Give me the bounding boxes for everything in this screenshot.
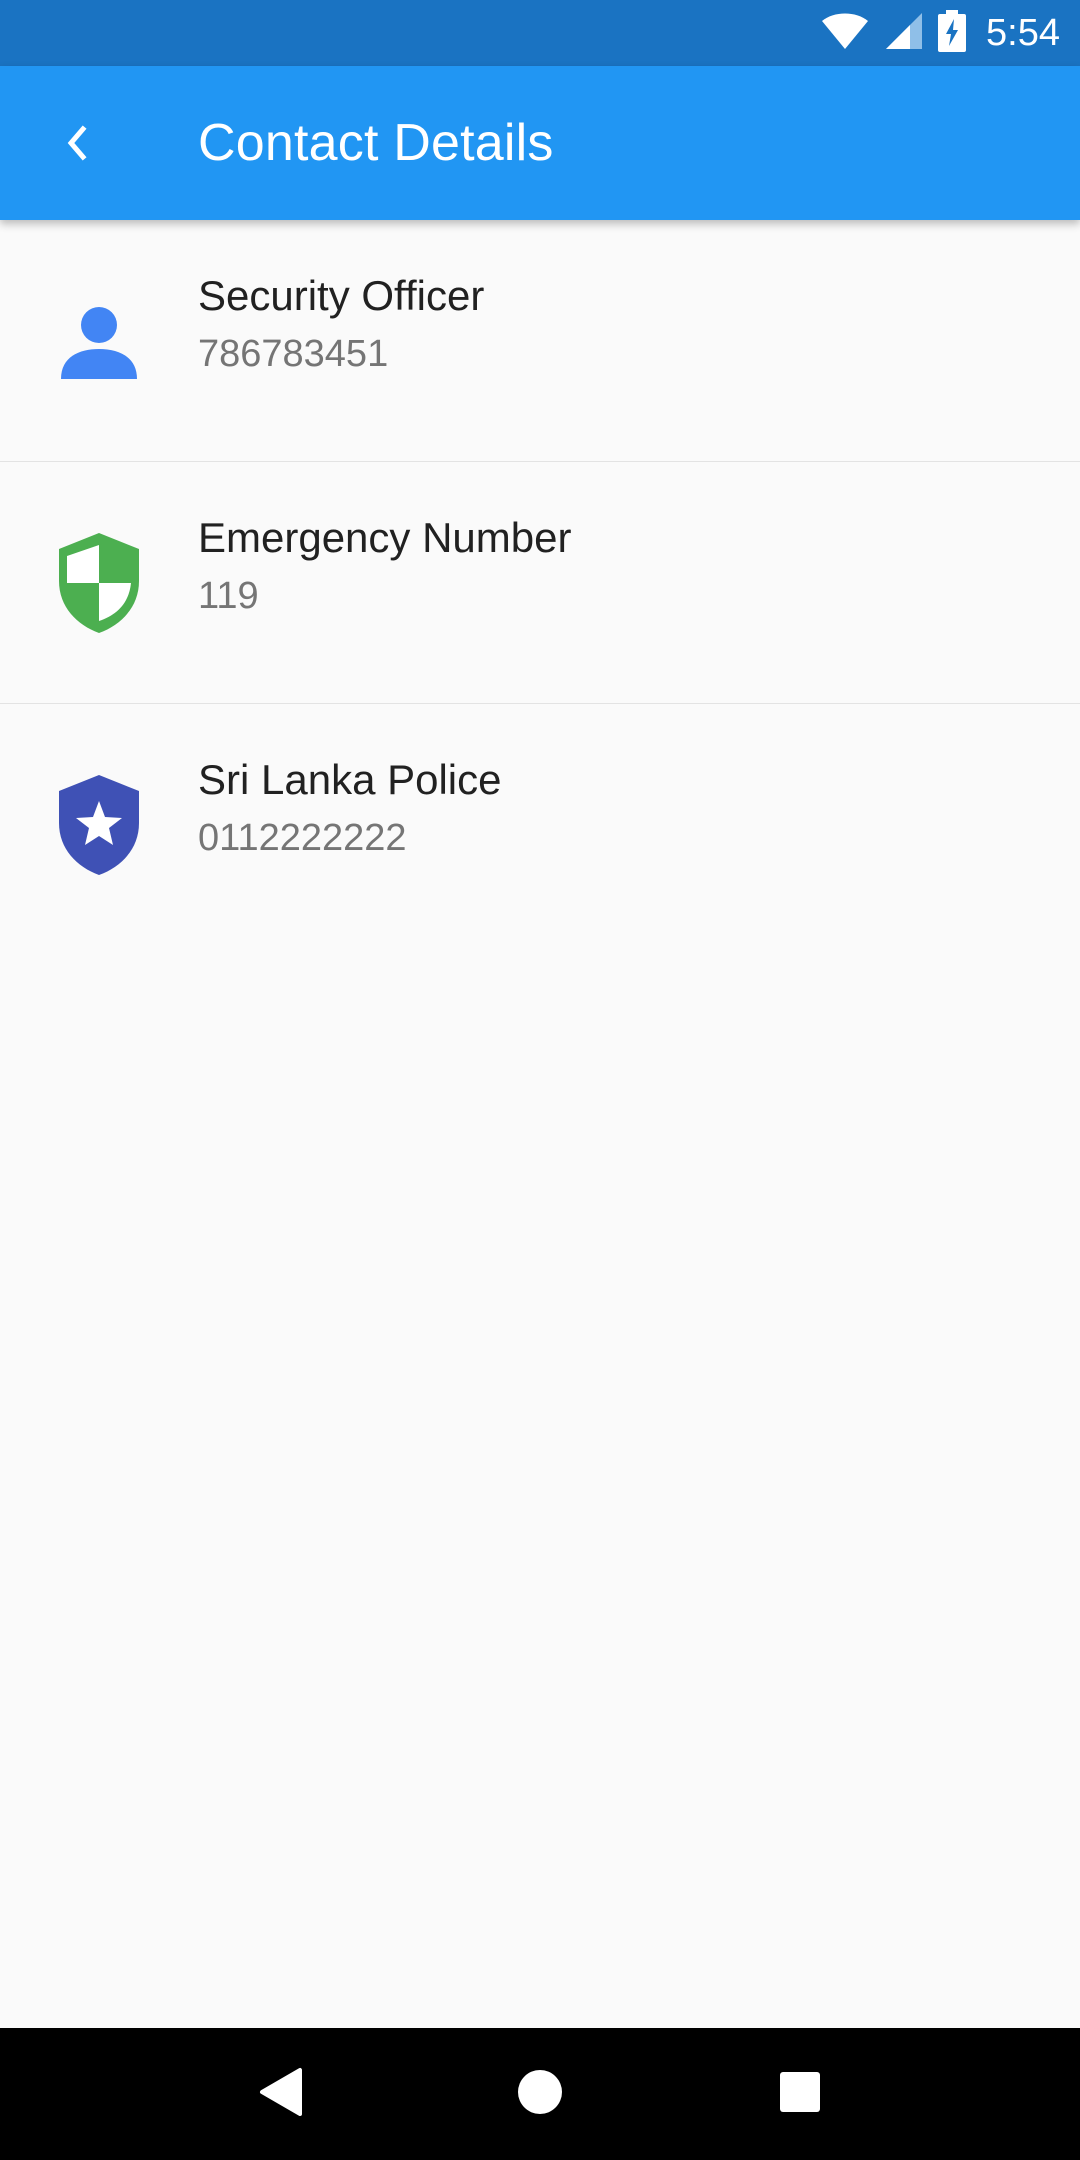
nav-back-icon (258, 2067, 302, 2122)
page-title: Contact Details (198, 114, 554, 172)
contact-item-security-officer[interactable]: Security Officer 786783451 (0, 220, 1080, 462)
back-button[interactable] (0, 66, 154, 220)
battery-charging-icon (938, 9, 967, 57)
contact-name: Emergency Number (198, 514, 572, 561)
contact-number: 119 (198, 575, 259, 617)
contact-text: Emergency Number 119 (198, 510, 571, 624)
contact-name: Security Officer (198, 272, 485, 319)
nav-back-button[interactable] (235, 2049, 325, 2139)
contact-name: Sri Lanka Police (198, 756, 502, 803)
chevron-left-icon (62, 123, 92, 163)
nav-home-icon (516, 2068, 564, 2121)
contact-item-emergency-number[interactable]: Emergency Number 119 (0, 462, 1080, 704)
contact-list: Security Officer 786783451 Emergency Num… (0, 220, 1080, 946)
nav-recents-button[interactable] (755, 2049, 845, 2139)
nav-recents-icon (778, 2070, 822, 2119)
status-time: 5:54 (986, 11, 1060, 54)
status-bar: 5:54 (0, 0, 1080, 66)
contact-number: 786783451 (198, 333, 389, 375)
signal-icon (884, 11, 924, 56)
status-icons: 5:54 (820, 9, 1060, 57)
wifi-icon (820, 11, 870, 56)
navigation-bar (0, 2028, 1080, 2160)
contact-number: 0112222222 (198, 817, 407, 859)
nav-home-button[interactable] (495, 2049, 585, 2139)
screen: 5:54 Contact Details Security Officer 78… (0, 0, 1080, 2160)
app-bar: Contact Details (0, 66, 1080, 220)
shield-check-icon (50, 528, 148, 638)
contact-text: Security Officer 786783451 (198, 268, 484, 382)
contact-text: Sri Lanka Police 0112222222 (198, 752, 502, 866)
police-badge-icon (50, 770, 148, 880)
contact-item-sri-lanka-police[interactable]: Sri Lanka Police 0112222222 (0, 704, 1080, 946)
person-icon (50, 286, 148, 396)
